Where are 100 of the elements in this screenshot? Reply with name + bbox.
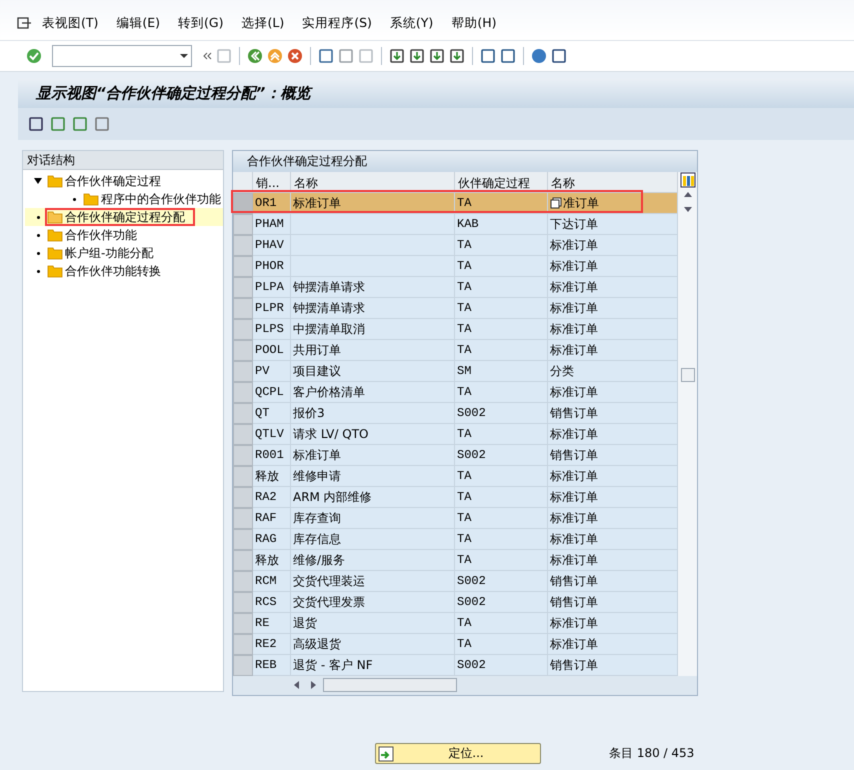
table-cell: TA <box>455 382 548 403</box>
menu-item[interactable]: 转到(G) <box>178 14 224 32</box>
position-button[interactable]: 定位... <box>375 743 541 764</box>
table-cell: RAF <box>253 508 291 529</box>
table-cell: PLPS <box>253 319 291 340</box>
table-cell: RCS <box>253 592 291 613</box>
column-settings-icon[interactable] <box>680 172 696 188</box>
enter-icon[interactable] <box>26 48 42 64</box>
menu-item[interactable]: 编辑(E) <box>116 14 160 32</box>
table-cell: 释放 <box>253 466 291 487</box>
tree-item[interactable]: 程序中的合作伙伴功能 <box>41 190 223 208</box>
table-cell: 请求 LV/ QTO <box>291 424 455 445</box>
column-header[interactable]: 销... <box>253 172 291 193</box>
table-cell: POOL <box>253 340 291 361</box>
row-selector[interactable] <box>233 214 253 235</box>
row-selector[interactable] <box>233 487 253 508</box>
table-cell: TA <box>455 529 548 550</box>
tree-item[interactable]: 合作伙伴确定过程 <box>25 172 223 190</box>
first-page-icon[interactable] <box>389 48 405 64</box>
table-cell: 退货 <box>291 613 455 634</box>
row-selector[interactable] <box>233 613 253 634</box>
table-cell: 销售订单 <box>548 403 678 424</box>
table-cell: QT <box>253 403 291 424</box>
folder-icon <box>47 174 63 188</box>
table-cell: TA <box>455 634 548 655</box>
table-cell: 销售订单 <box>548 592 678 613</box>
tree-item[interactable]: 合作伙伴功能 <box>25 226 223 244</box>
table-cell: 标准订单 <box>548 466 678 487</box>
tree-item[interactable]: 合作伙伴确定过程分配 <box>25 208 223 226</box>
row-selector[interactable] <box>233 466 253 487</box>
table-cell: TA <box>455 193 548 214</box>
tree-item[interactable]: 帐户组-功能分配 <box>25 244 223 262</box>
table-cell: 销售订单 <box>548 655 678 676</box>
table-cell: TA <box>455 256 548 277</box>
row-selector[interactable] <box>233 235 253 256</box>
row-selector[interactable] <box>233 571 253 592</box>
row-selector[interactable] <box>233 529 253 550</box>
copy-icon[interactable] <box>550 197 562 209</box>
row-selector[interactable] <box>233 361 253 382</box>
table-cell: TA <box>455 550 548 571</box>
table-cell: 维修申请 <box>291 466 455 487</box>
table-cell: 标准订单 <box>548 508 678 529</box>
tree-header: 对话结构 <box>23 151 223 170</box>
last-page-icon[interactable] <box>449 48 465 64</box>
select-all-header[interactable] <box>233 172 253 193</box>
table-cell: PHAM <box>253 214 291 235</box>
table-cell: 销售订单 <box>548 571 678 592</box>
table-cell: S002 <box>455 655 548 676</box>
table-cell: SM <box>455 361 548 382</box>
row-selector[interactable] <box>233 277 253 298</box>
arrow-list-icon <box>378 746 394 762</box>
column-header[interactable]: 名称 <box>548 172 678 193</box>
row-selector[interactable] <box>233 298 253 319</box>
table-cell: RE2 <box>253 634 291 655</box>
command-field[interactable] <box>52 45 192 67</box>
table-cell: 中摆清单取消 <box>291 319 455 340</box>
open-folder-icon <box>47 210 63 224</box>
double-chevron-icon[interactable] <box>202 51 212 61</box>
table-cell: 客户价格清单 <box>291 382 455 403</box>
table-cell: 分类 <box>548 361 678 382</box>
row-selector[interactable] <box>233 340 253 361</box>
scroll-thumb[interactable] <box>680 368 694 382</box>
column-header[interactable]: 伙伴确定过程 <box>455 172 548 193</box>
table-cell: 库存查询 <box>291 508 455 529</box>
horizontal-scroll-thumb[interactable] <box>323 678 457 692</box>
row-selector[interactable] <box>233 319 253 340</box>
menu-item[interactable]: 选择(L) <box>242 14 284 32</box>
table-cell: PV <box>253 361 291 382</box>
previous-page-icon[interactable] <box>409 48 425 64</box>
row-selector[interactable] <box>233 445 253 466</box>
column-header[interactable]: 名称 <box>291 172 455 193</box>
row-selector[interactable] <box>233 403 253 424</box>
row-selector[interactable] <box>233 382 253 403</box>
tree-item[interactable]: 合作伙伴功能转换 <box>25 262 223 280</box>
menu-item[interactable]: 帮助(H) <box>451 14 496 32</box>
row-selector[interactable] <box>233 592 253 613</box>
menu-item[interactable]: 表视图(T) <box>42 14 98 32</box>
row-selector[interactable] <box>233 550 253 571</box>
table-cell: 交货代理装运 <box>291 571 455 592</box>
exit-icon[interactable] <box>267 48 283 64</box>
table-cell: 标准订单 <box>548 529 678 550</box>
tree-label: 程序中的合作伙伴功能 <box>101 192 221 206</box>
next-page-icon[interactable] <box>429 48 445 64</box>
tree-label: 合作伙伴功能转换 <box>65 264 161 278</box>
table-cell: OR1 <box>253 193 291 214</box>
cancel-icon[interactable] <box>287 48 303 64</box>
row-selector[interactable] <box>233 634 253 655</box>
row-selector[interactable] <box>233 655 253 676</box>
menu-item[interactable]: 实用程序(S) <box>302 14 372 32</box>
tree-label: 合作伙伴确定过程分配 <box>65 210 185 224</box>
table-cell: R001 <box>253 445 291 466</box>
menu-item[interactable]: 系统(Y) <box>390 14 434 32</box>
row-selector[interactable] <box>233 193 253 214</box>
back-icon[interactable] <box>247 48 263 64</box>
row-selector[interactable] <box>233 508 253 529</box>
row-selector[interactable] <box>233 256 253 277</box>
menu-icon[interactable] <box>16 16 32 30</box>
row-selector[interactable] <box>233 424 253 445</box>
table-cell: 标准订单 <box>548 298 678 319</box>
expanded-triangle-icon[interactable] <box>34 178 42 184</box>
